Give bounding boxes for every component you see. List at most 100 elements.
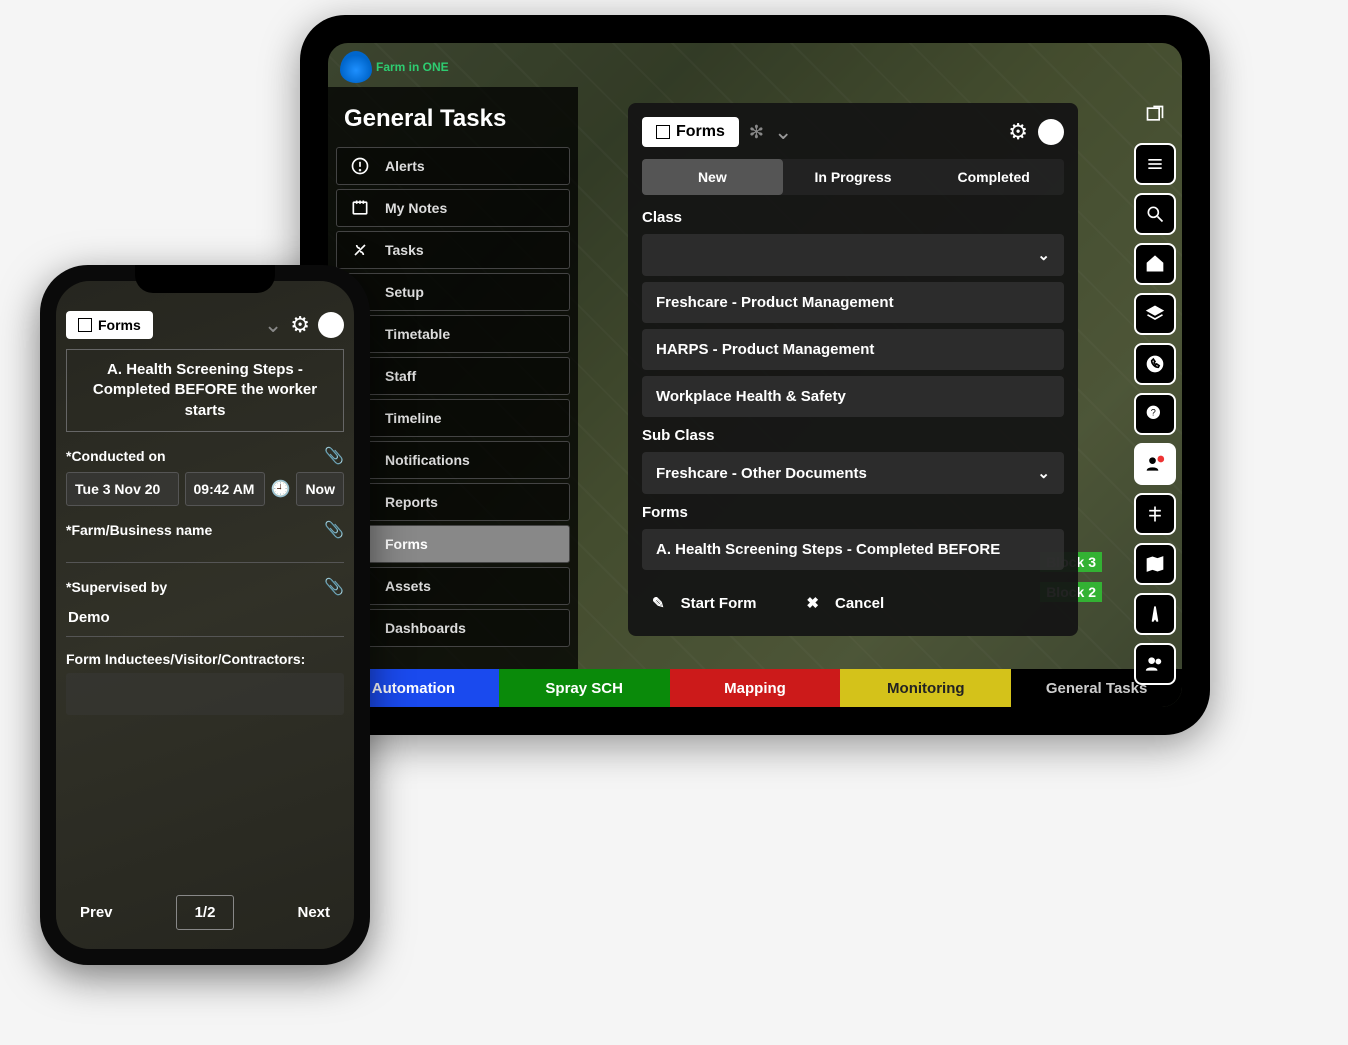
- logo-text: Farm in ONE: [376, 60, 449, 74]
- sidebar-item-label: Timeline: [385, 410, 442, 426]
- sidebar-item-label: Staff: [385, 368, 416, 384]
- gear-icon[interactable]: ⚙: [1008, 119, 1028, 145]
- chevron-down-icon[interactable]: ⌄: [264, 312, 282, 338]
- sidebar-item-label: Timetable: [385, 326, 450, 342]
- sidebar-item-label: My Notes: [385, 200, 447, 216]
- now-button[interactable]: Now: [296, 472, 344, 506]
- sidebar-item-tasks[interactable]: Tasks: [336, 231, 570, 269]
- sidebar-title: General Tasks: [344, 105, 562, 133]
- chevron-down-icon: ⌄: [1037, 464, 1050, 482]
- sidebar-item-label: Forms: [385, 536, 428, 552]
- phone-device: Forms ⌄ ⚙ A. Health Screening Steps - Co…: [40, 265, 370, 965]
- prev-button[interactable]: Prev: [66, 894, 127, 931]
- forms-panel: Forms ✻ ⌄ ⚙ New In Progress Completed Cl…: [628, 103, 1078, 636]
- rail-phone-button[interactable]: [1134, 343, 1176, 385]
- sidebar-item-reports[interactable]: Reports: [336, 483, 570, 521]
- sidebar-item-alerts[interactable]: Alerts: [336, 147, 570, 185]
- class-select[interactable]: ⌄: [642, 234, 1064, 276]
- cancel-label: Cancel: [835, 595, 884, 612]
- subclass-select-value: Freshcare - Other Documents: [656, 465, 867, 482]
- gear-icon[interactable]: ⚙: [290, 312, 310, 338]
- sidebar-item-label: Alerts: [385, 158, 425, 174]
- sidebar-item-label: Reports: [385, 494, 438, 510]
- sidebar-item-forms[interactable]: Forms: [336, 525, 570, 563]
- inductees-textarea[interactable]: [66, 673, 344, 715]
- form-selected-option[interactable]: A. Health Screening Steps - Completed BE…: [642, 529, 1064, 570]
- cancel-button[interactable]: ✖ Cancel: [806, 594, 884, 612]
- sidebar-item-dashboards[interactable]: Dashboards: [336, 609, 570, 647]
- page-indicator: 1/2: [176, 895, 235, 930]
- logo-icon: [340, 51, 372, 83]
- subclass-label: Sub Class: [642, 427, 1064, 444]
- supervised-by-label: *Supervised by: [66, 579, 167, 595]
- supervised-by-value[interactable]: Demo: [66, 603, 344, 632]
- sidebar-item-label: Notifications: [385, 452, 470, 468]
- tab-monitoring[interactable]: Monitoring: [840, 669, 1011, 707]
- rail-search-button[interactable]: [1134, 193, 1176, 235]
- farm-name-label: *Farm/Business name: [66, 522, 212, 538]
- clock-icon: 🕘: [271, 479, 291, 499]
- sidebar-item-notifications[interactable]: Notifications: [336, 441, 570, 479]
- conducted-time-input[interactable]: 09:42 AM: [185, 472, 265, 506]
- paperclip-icon[interactable]: 📎: [324, 577, 344, 597]
- sidebar-item-label: Dashboards: [385, 620, 466, 636]
- tab-new[interactable]: New: [642, 159, 783, 195]
- inductees-label: Form Inductees/Visitor/Contractors:: [66, 651, 305, 667]
- paperclip-icon[interactable]: 📎: [324, 520, 344, 540]
- right-icon-rail: ?: [1134, 93, 1176, 685]
- conducted-date-input[interactable]: Tue 3 Nov 20: [66, 472, 179, 506]
- sidebar-item-staff[interactable]: Staff: [336, 357, 570, 395]
- forms-badge-icon: [78, 318, 92, 332]
- alert-icon: [349, 155, 371, 177]
- rail-help-button[interactable]: ?: [1134, 393, 1176, 435]
- class-option-freshcare[interactable]: Freshcare - Product Management: [642, 282, 1064, 323]
- paperclip-icon[interactable]: 📎: [324, 446, 344, 466]
- rail-users-button[interactable]: [1134, 443, 1176, 485]
- forms-label: Forms: [642, 504, 1064, 521]
- tab-spray-sch[interactable]: Spray SCH: [499, 669, 670, 707]
- forms-panel-badge[interactable]: Forms: [642, 117, 739, 147]
- start-form-label: Start Form: [681, 595, 757, 612]
- sidebar-item-label: Assets: [385, 578, 431, 594]
- farm-name-value[interactable]: [66, 546, 344, 558]
- tab-completed[interactable]: Completed: [923, 159, 1064, 195]
- chevron-down-icon: ⌄: [1037, 246, 1050, 264]
- sidebar-item-notes[interactable]: My Notes: [336, 189, 570, 227]
- rail-home-button[interactable]: [1134, 243, 1176, 285]
- conducted-on-label: *Conducted on: [66, 448, 166, 464]
- gear-small-icon[interactable]: ✻: [749, 122, 764, 143]
- svg-text:?: ?: [1151, 408, 1156, 418]
- tab-in-progress[interactable]: In Progress: [783, 159, 924, 195]
- start-form-button[interactable]: ✎ Start Form: [652, 594, 756, 612]
- forms-badge-icon: [656, 125, 670, 139]
- sidebar-item-label: Setup: [385, 284, 424, 300]
- phone-forms-badge[interactable]: Forms: [66, 311, 153, 339]
- user-icon[interactable]: [318, 312, 344, 338]
- rail-compass-button[interactable]: [1134, 593, 1176, 635]
- next-button[interactable]: Next: [283, 894, 344, 931]
- subclass-select[interactable]: Freshcare - Other Documents ⌄: [642, 452, 1064, 494]
- sidebar-item-timetable[interactable]: Timetable: [336, 315, 570, 353]
- rail-map-button[interactable]: [1134, 543, 1176, 585]
- rail-menu-button[interactable]: [1134, 143, 1176, 185]
- class-label: Class: [642, 209, 1064, 226]
- sidebar-item-assets[interactable]: Assets: [336, 567, 570, 605]
- rail-expand-button[interactable]: [1134, 93, 1176, 135]
- sidebar-item-timeline[interactable]: Timeline: [336, 399, 570, 437]
- edit-icon: ✎: [652, 594, 665, 612]
- divider: [66, 562, 344, 563]
- rail-layers-button[interactable]: [1134, 293, 1176, 335]
- sidebar-item-setup[interactable]: Setup: [336, 273, 570, 311]
- chevron-down-icon[interactable]: ⌄: [774, 119, 792, 145]
- tablet-screen: Block 3 Block 2 Farm in ONE General Task…: [328, 43, 1182, 707]
- forms-badge-label: Forms: [676, 123, 725, 141]
- notes-icon: [349, 197, 371, 219]
- logo: Farm in ONE: [340, 51, 449, 83]
- rail-people-button[interactable]: [1134, 643, 1176, 685]
- class-option-whs[interactable]: Workplace Health & Safety: [642, 376, 1064, 417]
- class-option-harps[interactable]: HARPS - Product Management: [642, 329, 1064, 370]
- rail-fence-button[interactable]: [1134, 493, 1176, 535]
- bottom-tabs: Automation Spray SCH Mapping Monitoring …: [328, 669, 1182, 707]
- user-icon[interactable]: [1038, 119, 1064, 145]
- tab-mapping[interactable]: Mapping: [670, 669, 841, 707]
